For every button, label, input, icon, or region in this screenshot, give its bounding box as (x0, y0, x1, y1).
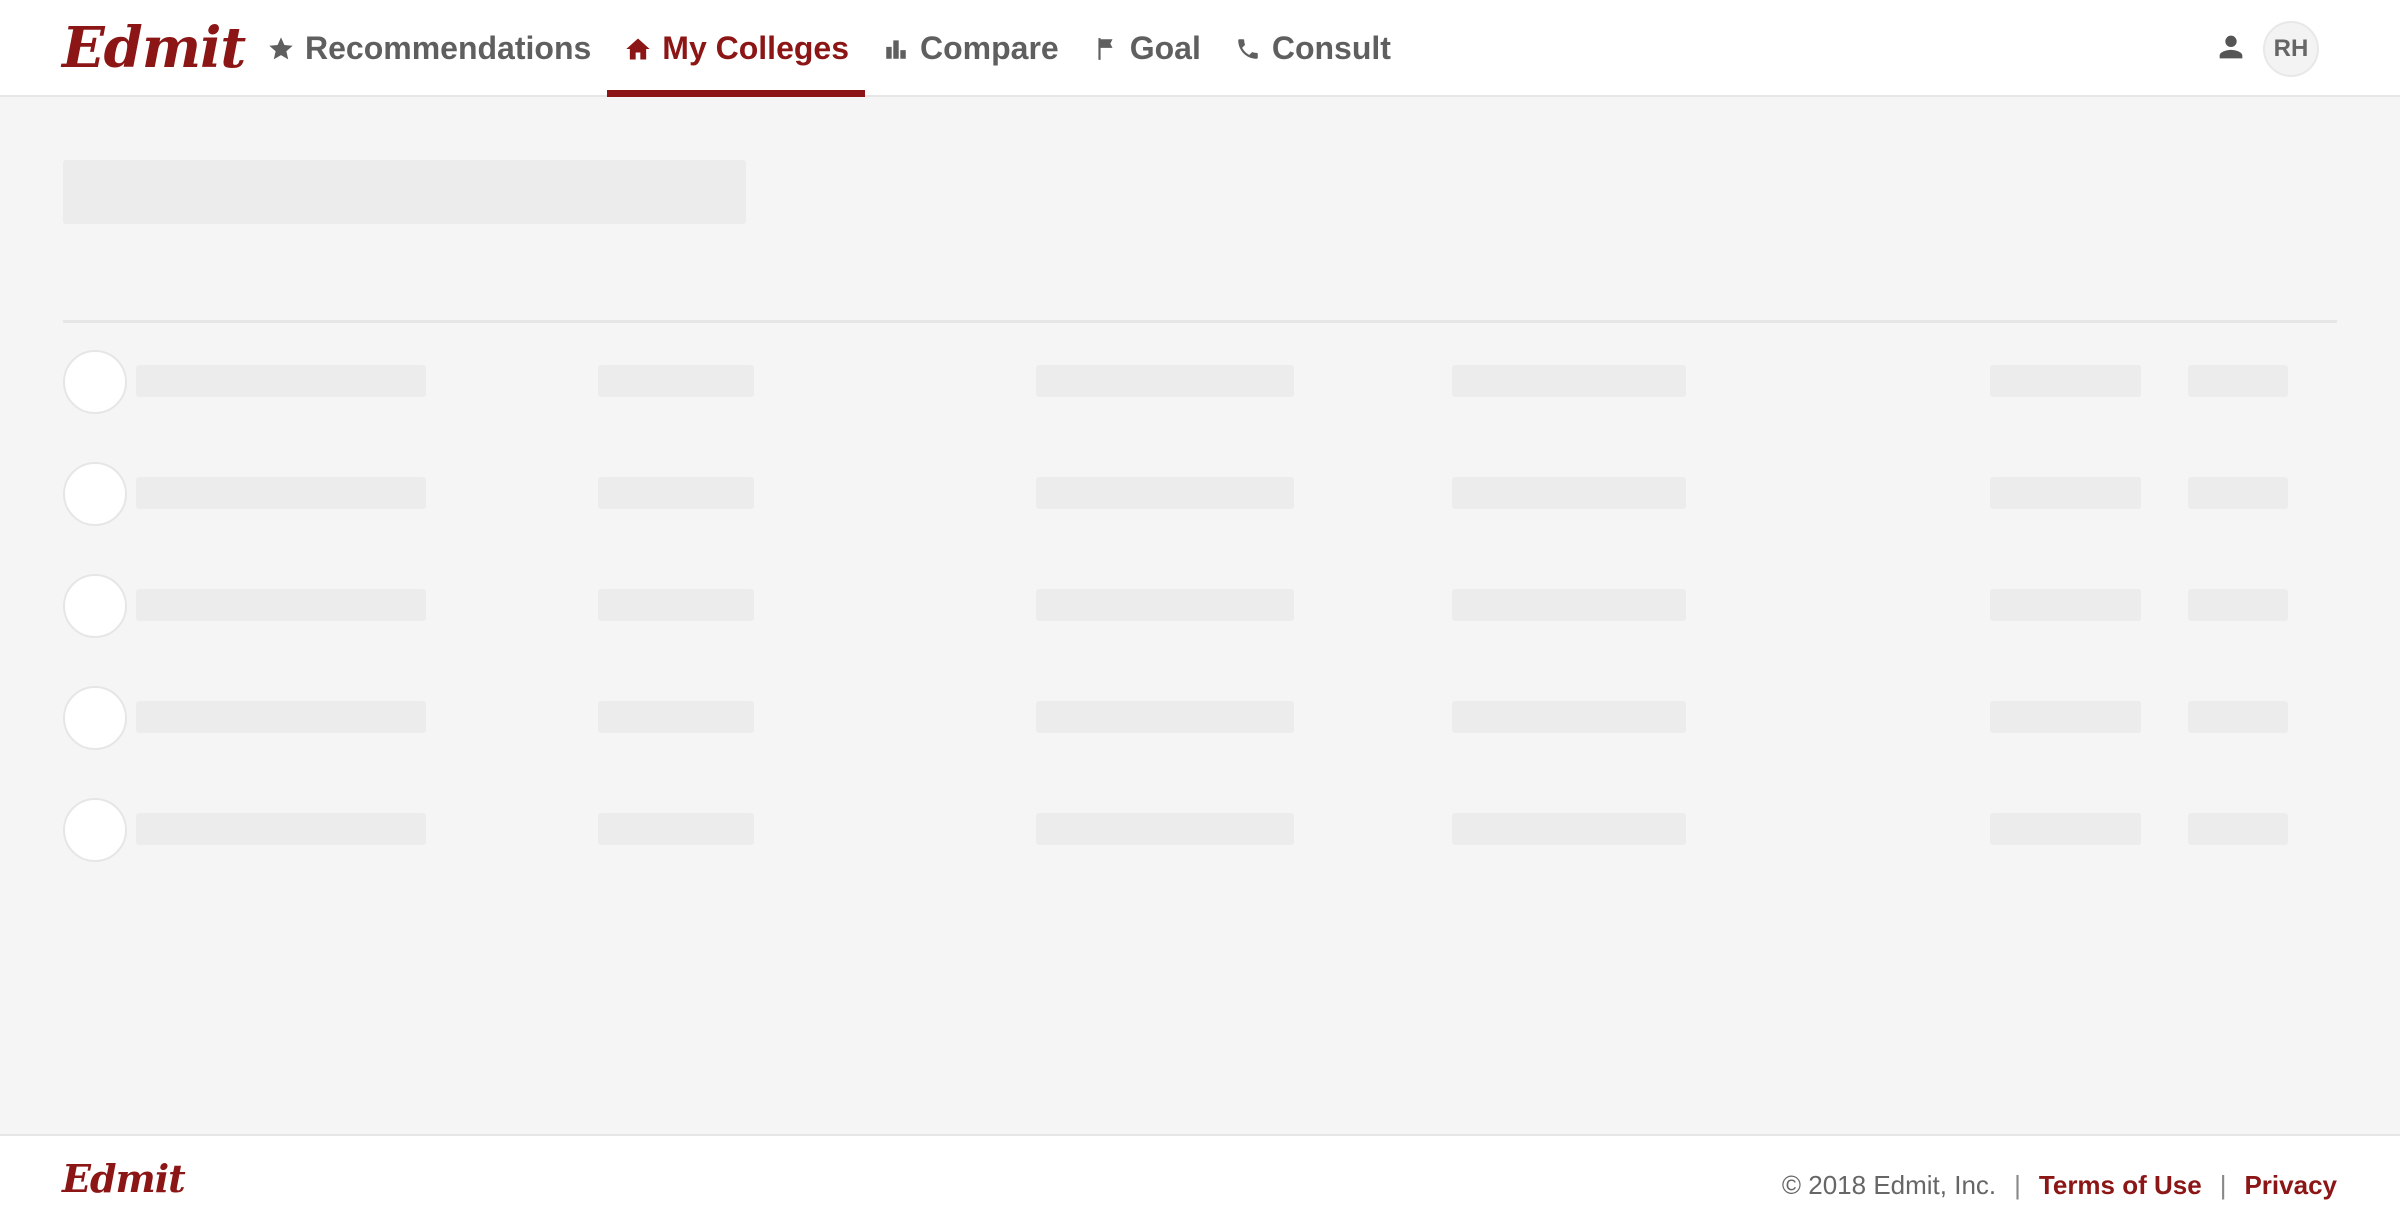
page-title-placeholder (63, 160, 746, 224)
footer-separator: | (2014, 1170, 2021, 1200)
cell-placeholder (1990, 701, 2141, 733)
cell-placeholder (598, 589, 754, 621)
cell-placeholder (598, 477, 754, 509)
nav-label: Compare (920, 30, 1059, 66)
top-nav-bar: Edmit Recommendations My Colleges Compar… (0, 0, 2400, 97)
cell-placeholder (1452, 813, 1686, 845)
cell-placeholder (2188, 365, 2288, 397)
cell-placeholder (1990, 477, 2141, 509)
cell-placeholder (598, 813, 754, 845)
cell-placeholder (598, 701, 754, 733)
cell-placeholder (2188, 589, 2288, 621)
college-logo-placeholder (63, 686, 127, 750)
cell-placeholder (2188, 813, 2288, 845)
phone-icon (1233, 34, 1263, 64)
nav-compare[interactable]: Compare (865, 0, 1075, 97)
college-logo-placeholder (63, 462, 127, 526)
cell-placeholder (598, 365, 754, 397)
cell-placeholder (136, 589, 426, 621)
cell-placeholder (1036, 477, 1294, 509)
cell-placeholder (2188, 701, 2288, 733)
privacy-link[interactable]: Privacy (2244, 1170, 2337, 1201)
edmit-logo[interactable]: Edmit (62, 12, 246, 84)
cell-placeholder (1990, 365, 2141, 397)
cell-placeholder (1036, 589, 1294, 621)
footer-logo[interactable]: Edmit (62, 1156, 186, 1201)
nav-consult[interactable]: Consult (1217, 0, 1407, 97)
cell-placeholder (1036, 813, 1294, 845)
nav-my-colleges[interactable]: My Colleges (607, 0, 865, 97)
user-icon[interactable] (2214, 30, 2248, 64)
nav-label: My Colleges (662, 30, 849, 66)
nav-recommendations[interactable]: Recommendations (250, 0, 607, 97)
home-icon (623, 34, 653, 64)
copyright-text: © 2018 Edmit, Inc. (1781, 1170, 1997, 1200)
footer-links: © 2018 Edmit, Inc. | Terms of Use | Priv… (1782, 1170, 2337, 1201)
footer-separator: | (2219, 1170, 2227, 1200)
cell-placeholder (1036, 701, 1294, 733)
cell-placeholder (136, 813, 426, 845)
terms-of-use-link[interactable]: Terms of Use (2039, 1170, 2202, 1201)
cell-placeholder (1990, 589, 2141, 621)
cell-placeholder (136, 701, 426, 733)
table-divider (63, 320, 2337, 323)
college-logo-placeholder (63, 798, 127, 862)
cell-placeholder (2188, 477, 2288, 509)
user-avatar[interactable]: RH (2263, 21, 2319, 77)
cell-placeholder (1452, 365, 1686, 397)
cell-placeholder (136, 365, 426, 397)
cell-placeholder (136, 477, 426, 509)
flag-icon (1091, 34, 1121, 64)
main-nav: Recommendations My Colleges Compare Goal… (250, 0, 1407, 97)
footer: Edmit © 2018 Edmit, Inc. | Terms of Use … (0, 1134, 2400, 1232)
nav-label: Recommendations (305, 30, 592, 66)
nav-goal[interactable]: Goal (1075, 0, 1217, 97)
cell-placeholder (1452, 701, 1686, 733)
nav-label: Consult (1271, 30, 1391, 66)
nav-label: Goal (1129, 30, 1201, 66)
cell-placeholder (1452, 477, 1686, 509)
cell-placeholder (1036, 365, 1294, 397)
cell-placeholder (1452, 589, 1686, 621)
college-logo-placeholder (63, 574, 127, 638)
bar-chart-icon (881, 34, 911, 64)
college-logo-placeholder (63, 350, 127, 414)
star-icon (266, 34, 296, 64)
cell-placeholder (1990, 813, 2141, 845)
